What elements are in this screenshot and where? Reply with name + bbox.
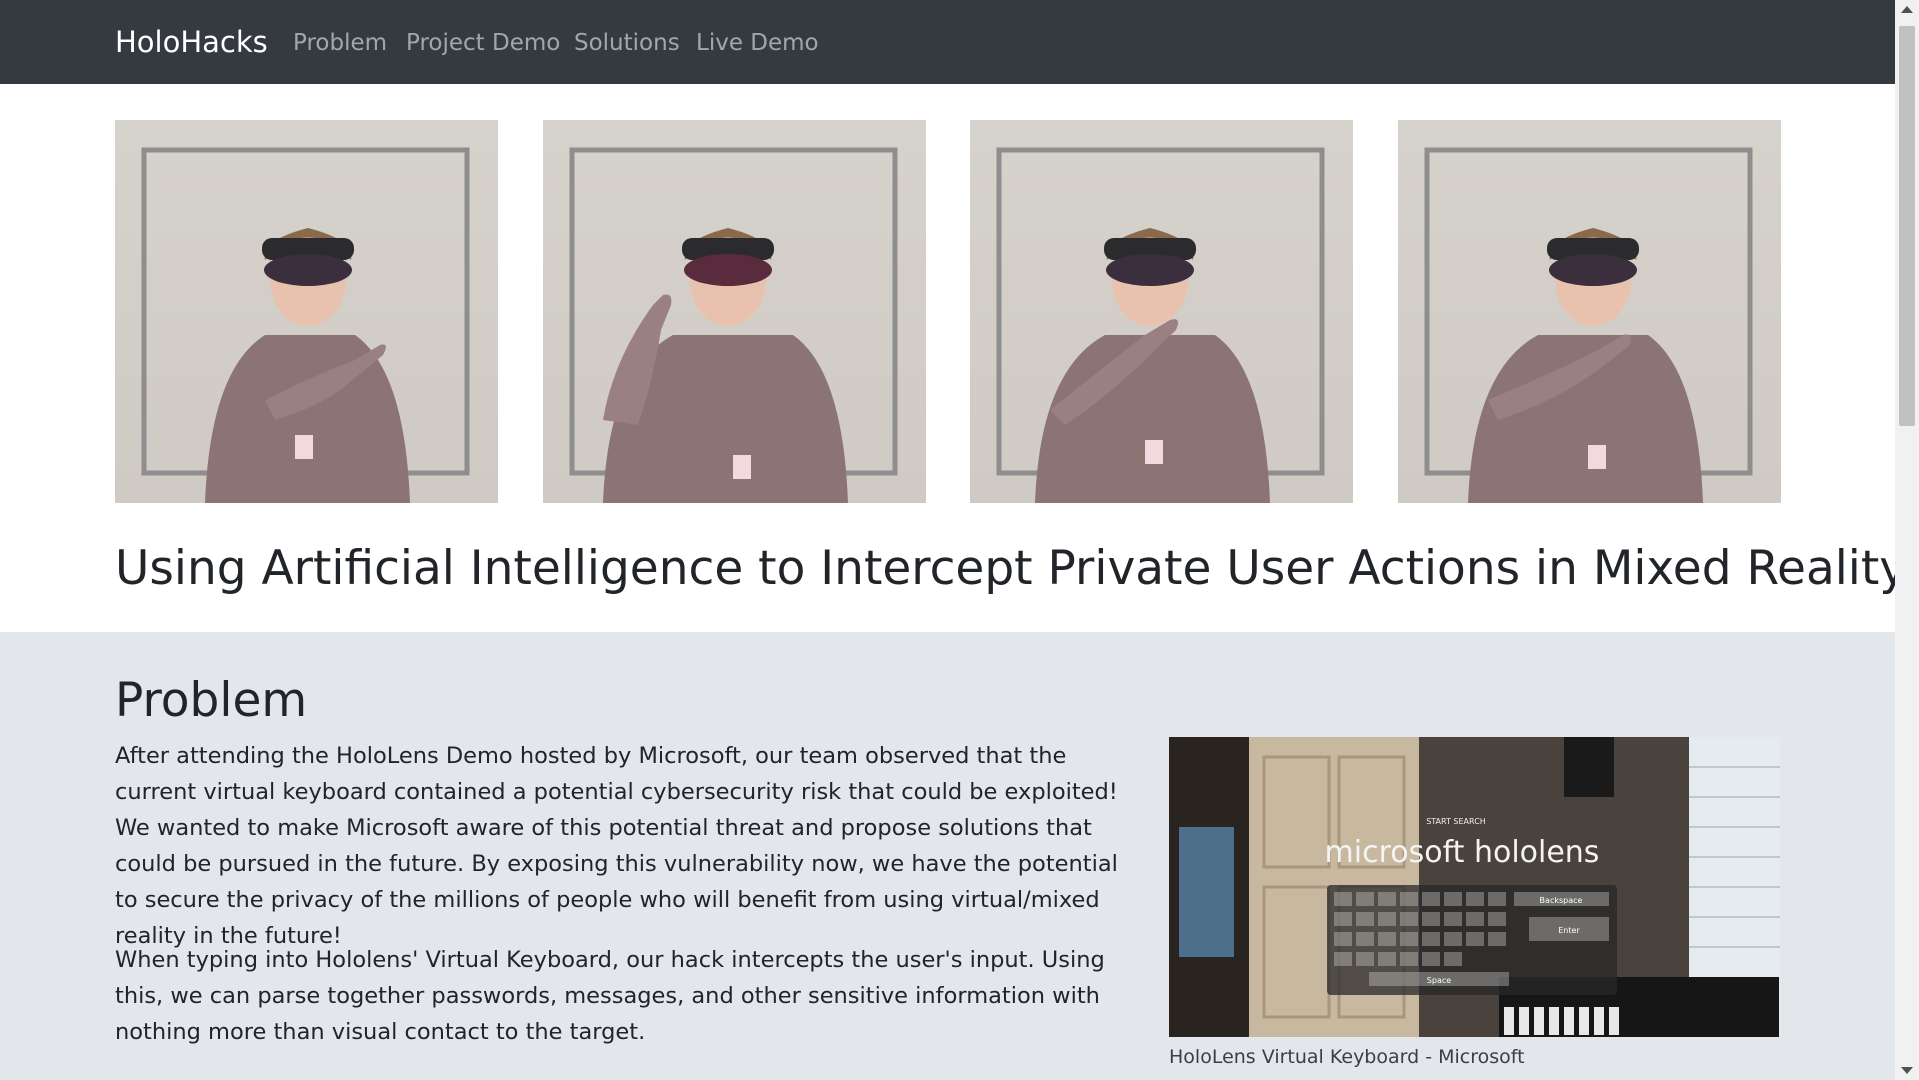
nav-link-live-demo[interactable]: Live Demo	[696, 29, 819, 57]
scroll-down-icon[interactable]	[1901, 1067, 1913, 1074]
problem-paragraph-1: After attending the HoloLens Demo hosted…	[115, 743, 1118, 949]
nav-link-project-demo[interactable]: Project Demo	[406, 29, 560, 57]
figure-caption: HoloLens Virtual Keyboard - Microsoft	[1169, 1046, 1525, 1068]
problem-section: Problem After attending the HoloLens Dem…	[0, 632, 1895, 1080]
scroll-thumb[interactable]	[1899, 26, 1915, 426]
nav-link-problem[interactable]: Problem	[293, 29, 387, 57]
space-key-label: Space	[1427, 976, 1451, 985]
hololens-keyboard-image: START SEARCH microsoft hololens Backspac…	[1169, 737, 1780, 1037]
overlay-title-text: microsoft hololens	[1325, 835, 1600, 870]
gesture-photo-1	[115, 120, 498, 503]
gesture-photo-3	[970, 120, 1353, 503]
overlay-hint-text: START SEARCH	[1426, 817, 1486, 826]
gesture-photo-2	[543, 120, 926, 503]
navbar: HoloHacks Problem Project Demo Solutions…	[0, 0, 1895, 84]
backspace-key-label: Backspace	[1540, 896, 1583, 905]
problem-paragraph-2: When typing into Hololens' Virtual Keybo…	[115, 947, 1105, 1045]
nav-link-solutions[interactable]: Solutions	[574, 29, 680, 57]
brand-link[interactable]: HoloHacks	[115, 24, 268, 60]
gesture-photo-4	[1398, 120, 1781, 503]
page-title: Using Artificial Intelligence to Interce…	[115, 541, 1908, 596]
scroll-up-icon[interactable]	[1901, 6, 1913, 13]
section-title-problem: Problem	[115, 673, 308, 728]
enter-key-label: Enter	[1558, 926, 1580, 935]
page-scrollbar[interactable]	[1895, 0, 1919, 1080]
